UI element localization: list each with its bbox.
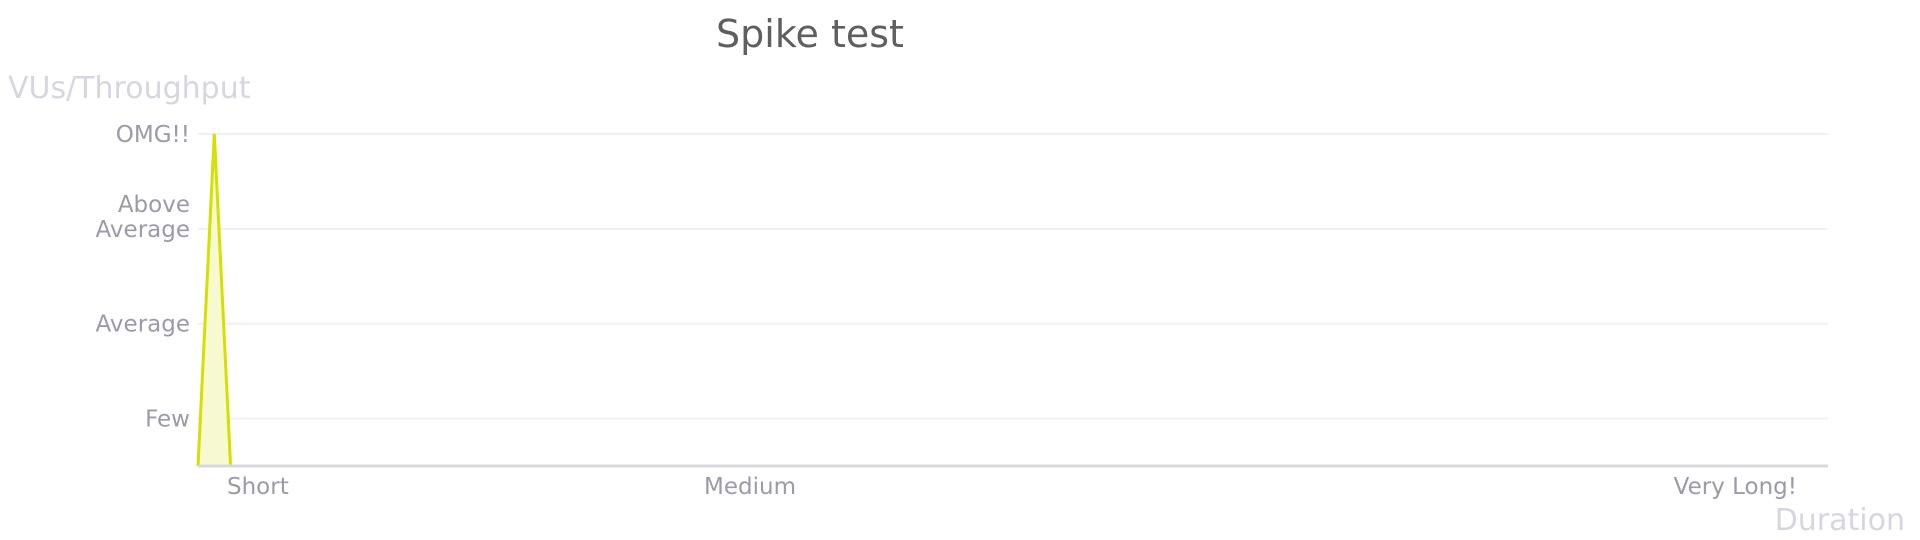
y-tick-label-2: Average (96, 312, 190, 338)
x-tick-label-1: Short (227, 474, 289, 500)
x-axis-ticks: Short Medium Very Long! (227, 474, 1797, 500)
spike-test-chart: Spike test VUs/Throughput Duration Few Av… (0, 0, 1920, 540)
grid (198, 133, 1828, 420)
x-tick-label-3: Very Long! (1674, 474, 1797, 500)
y-tick-label-3: Above Average (96, 192, 190, 243)
series-layer (196, 133, 233, 467)
x-axis-title: Duration (1775, 503, 1905, 538)
chart-title: Spike test (716, 12, 904, 56)
y-axis-title: VUs/Throughput (8, 71, 251, 106)
series-area-1 (198, 134, 231, 466)
y-tick-label-4: OMG!! (116, 122, 190, 148)
x-tick-label-2: Medium (704, 474, 796, 500)
y-tick-label-1: Few (145, 407, 190, 433)
y-axis-ticks: Few Average Above Average OMG!! (96, 122, 190, 433)
chart-canvas: Spike test VUs/Throughput Duration Few Av… (8, 12, 1905, 538)
